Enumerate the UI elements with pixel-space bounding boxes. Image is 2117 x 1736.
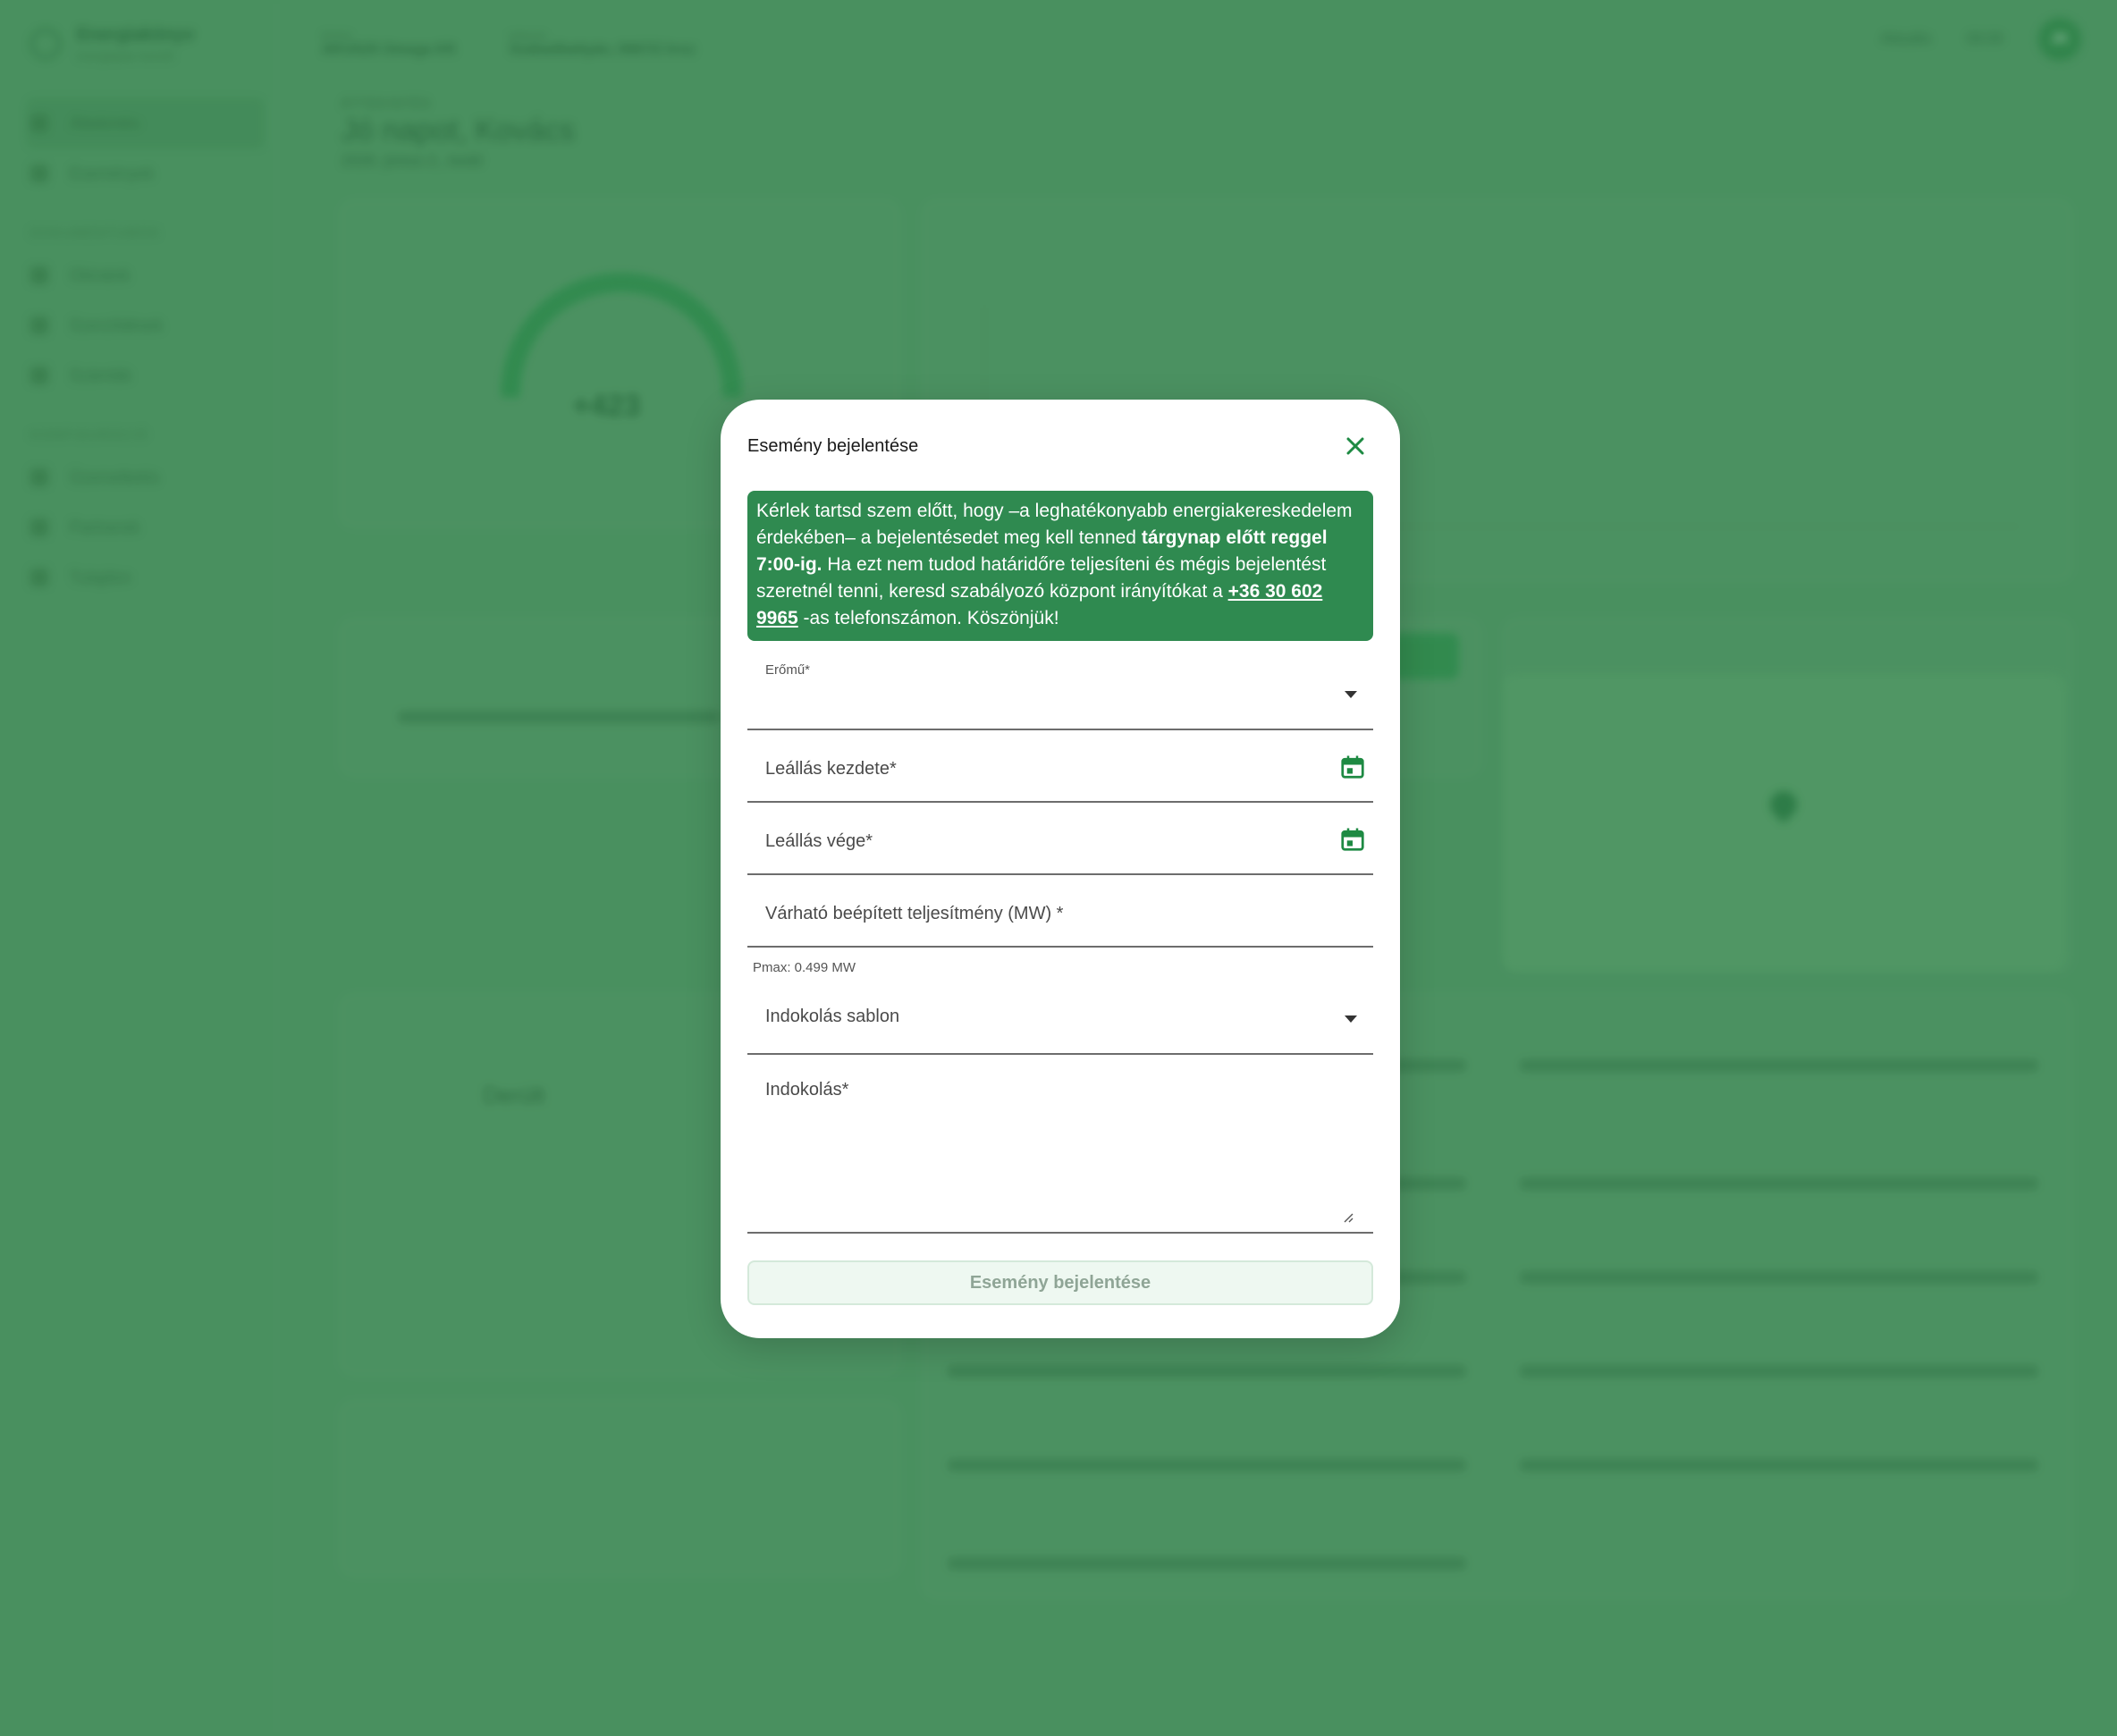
deadline-notice: Kérlek tartsd szem előtt, hogy –a leghat… — [747, 491, 1373, 641]
reason-label: Indokolás* — [765, 1080, 849, 1100]
notice-text-3: -as telefonszámon. Köszönjük! — [797, 608, 1059, 628]
expected-capacity-label: Várható beépített teljesítmény (MW) * — [765, 904, 1064, 923]
expected-capacity-field[interactable]: Várható beépített teljesítmény (MW) * — [747, 875, 1373, 948]
report-event-dialog: Esemény bejelentése Kérlek tartsd szem e… — [721, 400, 1400, 1338]
plant-select-label: Erőmű* — [765, 662, 811, 678]
close-icon — [1346, 437, 1364, 455]
dialog-header: Esemény bejelentése — [747, 400, 1373, 484]
shutdown-start-field[interactable]: Leállás kezdete* — [747, 730, 1373, 803]
capacity-helper-text: Pmax: 0.499 MW — [753, 960, 856, 975]
reason-template-label: Indokolás sablon — [765, 1007, 900, 1026]
reason-template-select[interactable]: Indokolás sablon — [747, 989, 1373, 1055]
calendar-icon[interactable] — [1339, 826, 1366, 853]
close-button[interactable] — [1337, 428, 1373, 464]
reason-textarea[interactable]: Indokolás* — [747, 1055, 1373, 1234]
chevron-down-icon — [1345, 691, 1357, 698]
calendar-icon[interactable] — [1339, 754, 1366, 780]
resize-handle-icon[interactable] — [1343, 1212, 1354, 1223]
chevron-down-icon — [1345, 1015, 1357, 1023]
shutdown-end-field[interactable]: Leállás vége* — [747, 803, 1373, 875]
shutdown-start-label: Leállás kezdete* — [765, 759, 897, 779]
plant-select[interactable]: Erőmű* — [747, 641, 1373, 730]
submit-event-button[interactable]: Esemény bejelentése — [747, 1260, 1373, 1305]
shutdown-end-label: Leállás vége* — [765, 831, 873, 851]
dialog-title: Esemény bejelentése — [747, 435, 919, 456]
